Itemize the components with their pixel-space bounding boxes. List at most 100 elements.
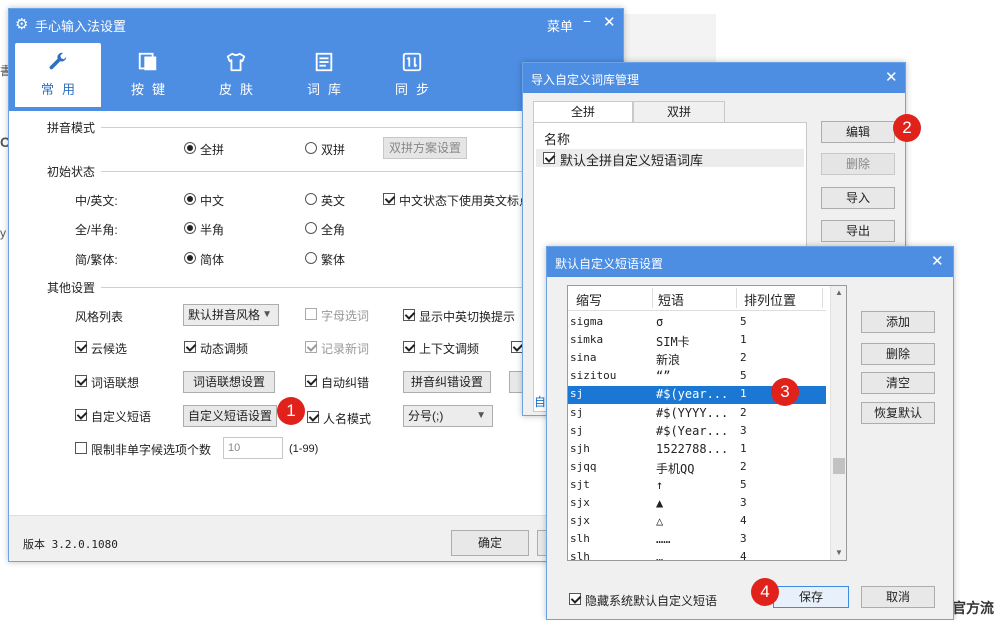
traditional-radio[interactable]: [305, 252, 317, 264]
tab-label: 按键: [130, 82, 173, 97]
title-bar[interactable]: 默认自定义短语设置 ✕: [547, 247, 953, 277]
export-button[interactable]: 导出: [821, 220, 895, 242]
chevron-down-icon: ▼: [262, 309, 272, 320]
cell-abbr: slh: [570, 550, 590, 561]
window-title: 手心输入法设置: [35, 19, 127, 34]
title-bar[interactable]: ⚙ 手心输入法设置 菜单 − ✕: [9, 9, 623, 39]
scrollbar-thumb[interactable]: [833, 458, 845, 474]
auto-correct-label: 自动纠错: [321, 376, 370, 390]
table-row[interactable]: slh … 4: [568, 549, 826, 561]
close-button[interactable]: ✕: [603, 13, 616, 31]
separator-select[interactable]: 分号(;) ▼: [403, 405, 493, 427]
cell-position: 2: [740, 459, 747, 473]
quanpin-radio[interactable]: [184, 142, 196, 154]
title-bar[interactable]: 导入自定义词库管理 ✕: [523, 63, 905, 93]
english-punct-checkbox[interactable]: [383, 193, 395, 205]
record-new-label: 记录新词: [321, 342, 370, 356]
phrase-table: 缩写 短语 排列位置 sigma σ 5 simka SIM卡 1 sina 新浪 2 sizit…: [567, 285, 847, 561]
minimize-button[interactable]: −: [583, 13, 591, 29]
scroll-up-icon[interactable]: ▲: [835, 288, 843, 297]
tab-keys[interactable]: 按键: [105, 43, 191, 107]
table-row[interactable]: sjqq 手机QQ 2: [568, 459, 826, 477]
chinese-radio[interactable]: [184, 193, 196, 205]
scrollbar[interactable]: ▲ ▼: [830, 286, 846, 560]
shuangpin-scheme-button[interactable]: 双拼方案设置: [383, 137, 467, 159]
limit-count-input[interactable]: 10: [223, 437, 283, 459]
keys-icon: [138, 52, 157, 71]
style-select[interactable]: 默认拼音风格 ▼: [183, 304, 279, 326]
table-row[interactable]: sj #$(YYYY... 2: [568, 405, 826, 423]
delete-button[interactable]: 删除: [821, 153, 895, 175]
restore-default-button[interactable]: 恢复默认: [861, 402, 935, 424]
custom-phrase-settings-button[interactable]: 自定义短语设置: [183, 405, 277, 427]
table-row[interactable]: sjt ↑ 5: [568, 477, 826, 495]
tab-label: 常用: [40, 82, 83, 97]
table-row[interactable]: sjx △ 4: [568, 513, 826, 531]
full-width-label: 全角: [321, 223, 346, 237]
column-header-phrase[interactable]: 短语: [658, 290, 684, 309]
scroll-down-icon[interactable]: ▼: [835, 548, 843, 557]
list-item[interactable]: 默认全拼自定义短语词库: [536, 149, 804, 168]
import-button[interactable]: 导入: [821, 187, 895, 209]
column-header-abbr[interactable]: 缩写: [576, 290, 602, 309]
english-radio[interactable]: [305, 193, 317, 205]
cell-position: 1: [740, 441, 747, 455]
column-header-position[interactable]: 排列位置: [744, 290, 796, 309]
menu-button[interactable]: 菜单: [547, 16, 573, 35]
hide-system-phrase-checkbox[interactable]: [569, 593, 581, 605]
table-row[interactable]: slh …… 3: [568, 531, 826, 549]
edit-button[interactable]: 编辑: [821, 121, 895, 143]
close-button[interactable]: ✕: [885, 68, 898, 86]
chevron-down-icon: ▼: [476, 410, 486, 421]
table-row[interactable]: sjh 1522788... 1: [568, 441, 826, 459]
cell-abbr: sigma: [570, 315, 604, 328]
section-title-initial-state: 初始状态: [47, 165, 96, 179]
simplified-radio[interactable]: [184, 252, 196, 264]
tab-common[interactable]: 常用: [15, 43, 101, 107]
letter-select-checkbox[interactable]: [305, 308, 317, 320]
table-row[interactable]: simka SIM卡 1: [568, 332, 826, 350]
shuangpin-radio[interactable]: [305, 142, 317, 154]
section-title-pinyin-mode: 拼音模式: [47, 121, 96, 135]
clear-button[interactable]: 清空: [861, 372, 935, 394]
tab-shuangpin[interactable]: 双拼: [633, 101, 725, 123]
delete-button[interactable]: 删除: [861, 343, 935, 365]
dynamic-freq-checkbox[interactable]: [184, 341, 196, 353]
custom-phrase-checkbox[interactable]: [75, 409, 87, 421]
add-button[interactable]: 添加: [861, 311, 935, 333]
cell-position: 4: [740, 550, 747, 561]
close-button[interactable]: ✕: [931, 252, 944, 270]
tab-sync[interactable]: 同步: [369, 43, 455, 107]
partial-button[interactable]: [509, 371, 523, 393]
show-switch-tip-checkbox[interactable]: [403, 309, 415, 321]
link-text[interactable]: 自: [534, 393, 546, 410]
limit-candidates-checkbox[interactable]: [75, 442, 87, 454]
tab-dictionary[interactable]: 词库: [281, 43, 367, 107]
half-width-radio[interactable]: [184, 222, 196, 234]
table-row[interactable]: sina 新浪 2: [568, 350, 826, 368]
table-row[interactable]: sjx ▲ 3: [568, 495, 826, 513]
table-row[interactable]: sj #$(Year... 3: [568, 423, 826, 441]
auto-correct-checkbox[interactable]: [305, 375, 317, 387]
pinyin-correct-settings-button[interactable]: 拼音纠错设置: [403, 371, 491, 393]
cloud-candidate-checkbox[interactable]: [75, 341, 87, 353]
ok-button[interactable]: 确定: [451, 530, 529, 556]
table-row[interactable]: sigma σ 5: [568, 314, 826, 332]
cancel-button[interactable]: 取消: [861, 586, 935, 608]
word-assoc-checkbox[interactable]: [75, 375, 87, 387]
word-assoc-settings-button[interactable]: 词语联想设置: [183, 371, 275, 393]
cell-position: 3: [740, 532, 747, 546]
context-freq-checkbox[interactable]: [403, 341, 415, 353]
cell-position: 2: [740, 351, 747, 365]
tab-label: 皮肤: [218, 82, 261, 97]
dictionary-checkbox[interactable]: [543, 152, 555, 164]
record-new-checkbox[interactable]: [305, 341, 317, 353]
tab-label: 同步: [394, 82, 437, 97]
name-mode-checkbox[interactable]: [307, 411, 319, 423]
full-width-radio[interactable]: [305, 222, 317, 234]
tab-skin[interactable]: 皮肤: [193, 43, 279, 107]
save-button[interactable]: 保存: [773, 586, 849, 608]
cell-phrase: SIM卡: [656, 335, 690, 350]
simplified-label: 简体: [200, 253, 225, 267]
tab-quanpin[interactable]: 全拼: [533, 101, 633, 123]
